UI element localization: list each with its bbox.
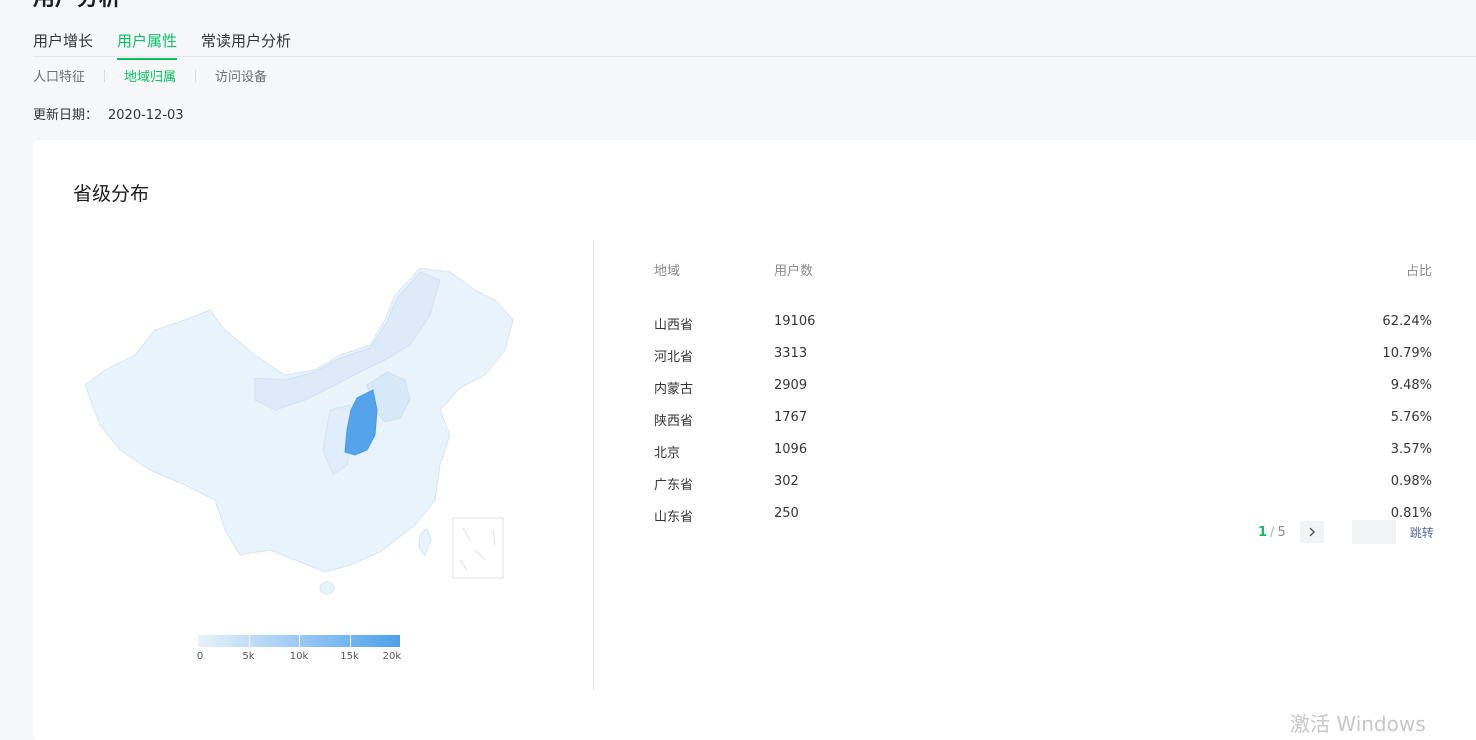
card-title: 省级分布 (73, 183, 150, 205)
table-row: 河北省 3313 10.79% (654, 346, 1432, 378)
header-region: 地域 (654, 264, 681, 279)
table-row: 内蒙古 2909 9.48% (654, 378, 1432, 410)
map-mainland (84, 267, 514, 573)
map-taiwan (418, 527, 432, 556)
map-legend: 0 5k 10k 15k 20k (196, 635, 402, 667)
cell-region: 广东省 (654, 478, 694, 493)
update-date: 更新日期： 2020-12-03 (33, 104, 184, 123)
header-share: 占比 (1405, 264, 1432, 279)
legend-tick: 5k (242, 651, 255, 662)
page-title: 用户分析 (33, 0, 121, 12)
table-row: 陕西省 1767 5.76% (654, 410, 1432, 442)
page-jump-input[interactable] (1351, 520, 1396, 544)
map-hainan (319, 581, 335, 595)
page-current: 1 (1258, 524, 1268, 540)
update-date-label: 更新日期： (33, 108, 99, 123)
table-row: 山西省 19106 62.24% (654, 314, 1432, 346)
legend-divider (299, 635, 300, 647)
tabs-divider (33, 56, 1476, 57)
table-row: 广东省 302 0.98% (654, 474, 1432, 506)
cell-region: 山西省 (654, 318, 694, 333)
page-jump-button[interactable]: 跳转 (1410, 524, 1434, 541)
cell-users: 1767 (774, 410, 808, 425)
windows-activation-watermark: 激活 Windows (1290, 712, 1426, 736)
cell-users: 1096 (774, 442, 808, 457)
cell-region: 山东省 (654, 510, 694, 525)
next-page-button[interactable] (1299, 521, 1324, 543)
china-map-svg (84, 267, 514, 595)
cell-users: 2909 (774, 378, 808, 393)
cell-users: 19106 (774, 314, 816, 329)
legend-ticks: 0 5k 10k 15k 20k (196, 651, 402, 667)
sub-tabs: 人口特征 地域归属 访问设备 (33, 66, 267, 85)
cell-region: 内蒙古 (654, 382, 694, 397)
cell-share: 3.57% (1390, 442, 1432, 457)
table-row: 北京 1096 3.57% (654, 442, 1432, 474)
legend-divider (248, 635, 250, 647)
cell-region: 陕西省 (654, 414, 694, 429)
cell-share: 5.76% (1390, 410, 1432, 425)
map-south-china-sea-inset (452, 517, 504, 579)
pagination: 1 / 5 跳转 (1258, 520, 1434, 544)
region-table: 地域 用户数 占比 山西省 19106 62.24% 河北省 3313 10.7… (654, 260, 1432, 538)
chevron-right-icon (1309, 527, 1315, 537)
cell-users: 3313 (774, 346, 808, 361)
table-header: 地域 用户数 占比 (654, 260, 1432, 314)
subtab-separator (195, 69, 197, 82)
legend-gradient-bar (198, 635, 400, 647)
cell-share: 0.81% (1390, 506, 1432, 521)
legend-tick: 20k (382, 651, 402, 662)
header-users: 用户数 (774, 264, 814, 279)
province-distribution-card: 省级分布 0 5k 10k 15k 20k 地域 用户数 占比 山西省 1910… (33, 140, 1476, 740)
china-map (75, 260, 525, 610)
legend-tick: 15k (340, 651, 359, 662)
subtab-separator (104, 69, 106, 82)
cell-share: 0.98% (1390, 474, 1432, 489)
subtab-devices[interactable]: 访问设备 (215, 66, 267, 85)
map-table-divider (593, 240, 594, 690)
subtab-demographics[interactable]: 人口特征 (33, 66, 85, 85)
cell-users: 302 (774, 474, 799, 489)
page-total: 5 (1277, 524, 1286, 540)
update-date-value: 2020-12-03 (108, 108, 184, 123)
subtab-region[interactable]: 地域归属 (124, 66, 176, 85)
page-slash: / (1270, 524, 1275, 540)
cell-region: 河北省 (654, 350, 694, 365)
legend-divider (349, 635, 351, 647)
cell-share: 10.79% (1382, 346, 1432, 361)
legend-tick: 0 (196, 651, 204, 662)
cell-share: 9.48% (1390, 378, 1432, 393)
legend-tick: 10k (289, 651, 309, 662)
cell-share: 62.24% (1382, 314, 1432, 329)
cell-users: 250 (774, 506, 799, 521)
cell-region: 北京 (654, 446, 681, 461)
map-inset-islands (459, 527, 496, 571)
